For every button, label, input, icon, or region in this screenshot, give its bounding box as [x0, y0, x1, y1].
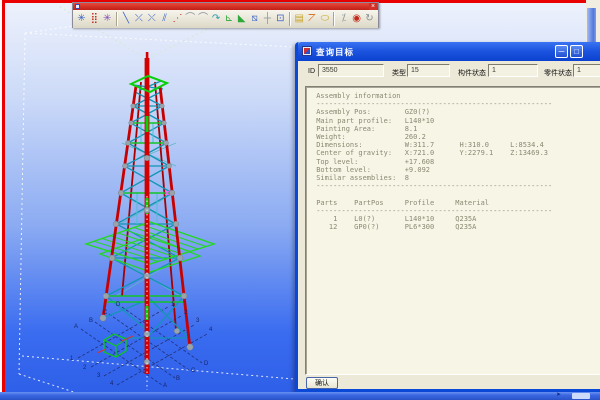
part-status-field[interactable]: 1 [488, 64, 538, 77]
toolbar-separator [333, 12, 335, 26]
toolbar-close-icon[interactable]: × [369, 3, 377, 10]
window-left-edge [0, 0, 2, 392]
bent-plate-icon[interactable]: ⦢ [306, 11, 319, 27]
snap-grid-points-icon[interactable]: ⣿ [88, 11, 101, 27]
grid-label-left-number: 1 [70, 356, 73, 362]
maximize-button[interactable]: □ [570, 45, 583, 58]
platform-grating [86, 222, 214, 272]
grid-label-right-letter: C [191, 368, 195, 374]
snap-free-line-icon[interactable]: ⁒ [337, 11, 350, 27]
snap-rotate-icon[interactable]: ↻ [363, 11, 376, 27]
view-planes-icon[interactable]: ▤ [293, 11, 306, 27]
piece-status-field[interactable]: 1 [573, 64, 600, 77]
part-status-label: 构件状态 [458, 68, 486, 78]
grid-label-left-letter: C [103, 310, 107, 316]
dialog-title: 查询目标 [316, 46, 354, 58]
grid-label-left-letter: B [89, 318, 93, 324]
grid-label-right-number: 1 [171, 302, 174, 308]
snap-toolbar: × ✳ ⣿ ✳ ╲ ⤫ ⤬ ⫽ ⋰ ⌒ ⌒ ↷ ⊾ ◣ ⧅ ┼ ⊡ ▤ ⦢ ⬭ … [72, 2, 379, 28]
toolbar-grip-icon [75, 4, 80, 9]
snap-circle-icon[interactable]: ◉ [350, 11, 363, 27]
snap-toolbar-body: ✳ ⣿ ✳ ╲ ⤫ ⤬ ⫽ ⋰ ⌒ ⌒ ↷ ⊾ ◣ ⧅ ┼ ⊡ ▤ ⦢ ⬭ ⁒ … [73, 10, 378, 28]
grid-label-left-number: 4 [110, 381, 113, 387]
snap-plane-icon[interactable]: ◣ [235, 11, 248, 27]
app-window: A B C D 1 2 3 4 1 2 3 4 A B C D × ✳ ⣿ ✳ … [0, 0, 600, 400]
cursor-arrow-icon: ➤ [556, 392, 561, 399]
snap-tangent-icon[interactable]: ↷ [210, 11, 223, 27]
snap-arc-point-icon[interactable]: ⌒ [197, 11, 210, 27]
snap-perpendicular-icon[interactable]: ⊾ [222, 11, 235, 27]
tower-mast-tip [146, 52, 149, 59]
piece-status-label: 零件状态 [544, 68, 572, 78]
snap-endpoint-icon[interactable]: ⤫ [132, 11, 145, 27]
ellipse-icon[interactable]: ⬭ [318, 11, 331, 27]
inquire-object-dialog: 查询目标 ─ □ ID 3550 类型 15 构件状态 1 零件状态 1 Ass… [295, 42, 600, 392]
grid-label-right-number: 4 [209, 327, 212, 333]
toolbar-separator [116, 12, 118, 26]
snap-line-icon[interactable]: ╲ [120, 11, 133, 27]
grid-label-left-number: 3 [97, 373, 100, 379]
grid-label-right-letter: B [176, 376, 180, 382]
grid-label-left-letter: A [74, 324, 78, 330]
id-field[interactable]: 3550 [318, 64, 384, 77]
snap-toolbar-titlebar[interactable]: × [73, 3, 378, 10]
resize-grip[interactable] [572, 393, 590, 399]
id-label: ID [308, 68, 315, 75]
assembly-report-text: Assembly information -------------------… [306, 87, 600, 231]
dialog-app-icon [302, 46, 312, 56]
dialog-field-row: ID 3550 类型 15 构件状态 1 零件状态 1 [298, 61, 600, 85]
type-label: 类型 [392, 68, 406, 78]
snap-divisions-icon[interactable]: ⋰ [171, 11, 184, 27]
grid-label-left-number: 2 [83, 365, 86, 371]
grid-label-right-number: 2 [184, 310, 187, 316]
snap-no-snap-icon[interactable]: ⧅ [248, 11, 261, 27]
confirm-button[interactable]: 确认 [306, 377, 338, 389]
toolbar-separator [289, 12, 291, 26]
type-field[interactable]: 15 [407, 64, 450, 77]
grid-label-right-number: 3 [196, 318, 199, 324]
snap-intersection-icon[interactable]: ⤬ [145, 11, 158, 27]
snap-extension-icon[interactable]: ┼ [261, 11, 274, 27]
snap-reference-points-icon[interactable]: ✳ [75, 11, 88, 27]
grid-label-right-letter: D [204, 361, 208, 367]
grid-label-right-letter: A [163, 383, 167, 389]
snap-nearest-icon[interactable]: ⊡ [274, 11, 287, 27]
snap-any-points-icon[interactable]: ✳ [101, 11, 114, 27]
dialog-titlebar[interactable]: 查询目标 ─ □ [298, 42, 600, 61]
window-right-border [587, 8, 596, 42]
window-bottom-border: ➤ [0, 392, 600, 400]
assembly-report-box: Assembly information -------------------… [305, 86, 600, 375]
window-right-edge [586, 0, 600, 42]
grid-label-left-letter: D [116, 302, 120, 308]
view-border-left [2, 0, 5, 392]
snap-parallel-icon[interactable]: ⫽ [158, 11, 171, 27]
snap-arc-center-icon[interactable]: ⌒ [184, 11, 197, 27]
minimize-button[interactable]: ─ [555, 45, 568, 58]
